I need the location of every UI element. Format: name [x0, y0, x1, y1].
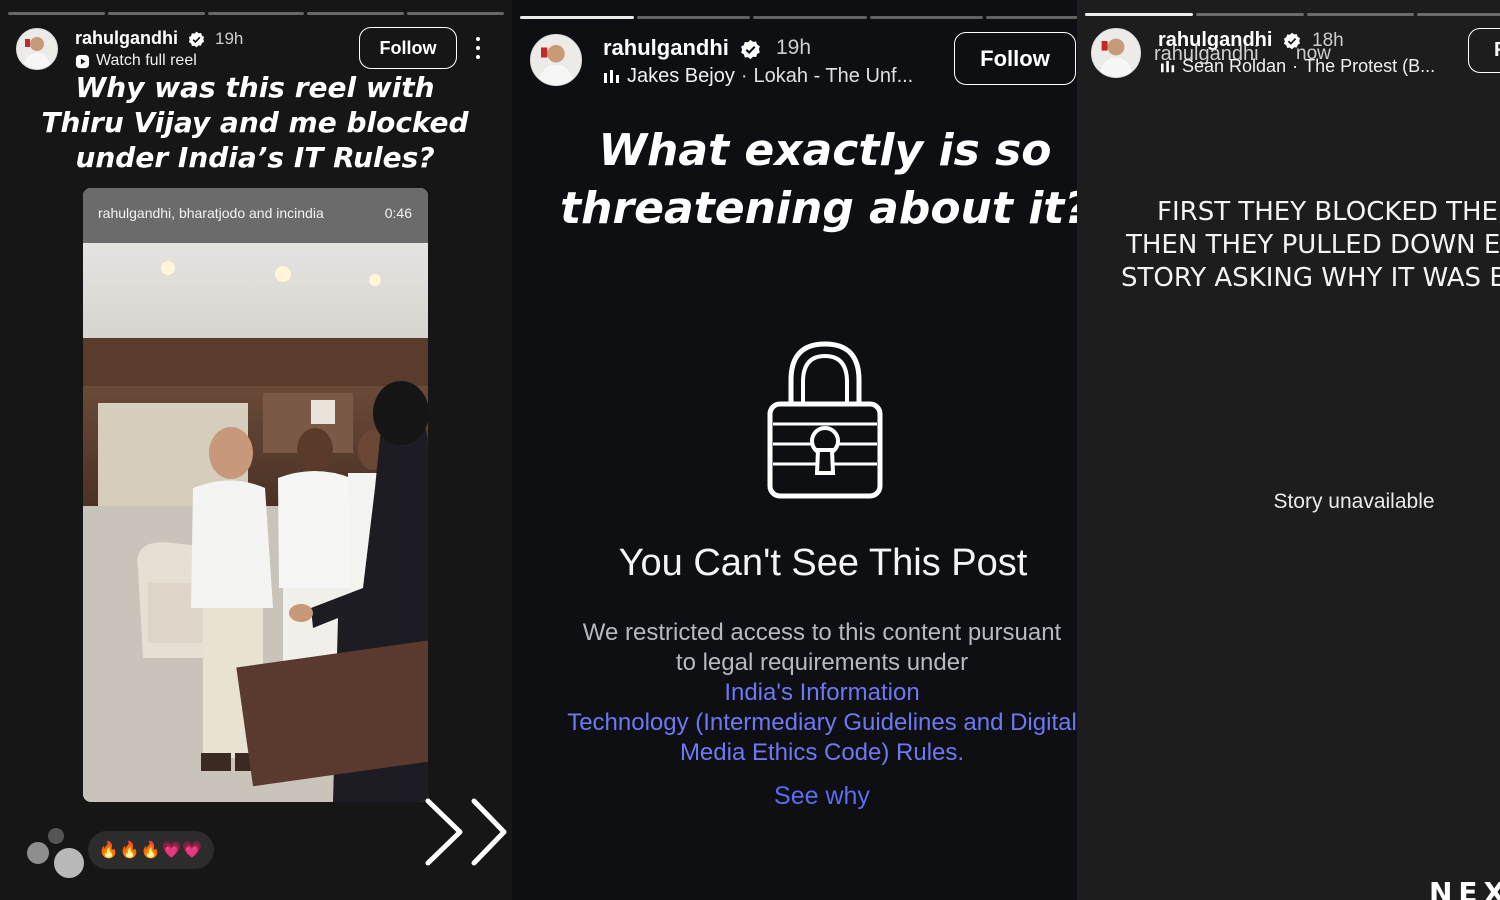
headline-line: Why was this reel with — [75, 71, 435, 104]
follow-button[interactable]: Follow — [359, 27, 457, 69]
story-panel-middle: rahulgandhi 19h Jakes Bejoy · Lokah - Th… — [512, 0, 1077, 900]
avatar[interactable] — [1091, 28, 1141, 78]
it-rules-link[interactable]: Media Ethics Code) Rules. — [532, 738, 1077, 768]
music-bars-icon — [1161, 60, 1175, 72]
progress-segment — [1085, 13, 1193, 16]
headline-line: What exactly is so — [598, 125, 1052, 176]
avatar-image — [1092, 29, 1140, 77]
story-progress-bar — [8, 12, 504, 15]
follow-button[interactable]: F — [1468, 28, 1500, 73]
reel-play-icon — [75, 54, 90, 68]
story-panel-right: rahulgandhi 18h rahulgandhi now Sean Rol… — [1077, 0, 1500, 900]
notice-body: We restricted access to this content pur… — [532, 618, 1077, 768]
viewer-avatar — [52, 846, 86, 880]
username[interactable]: rahulgandhi — [75, 28, 205, 49]
verified-badge-icon — [188, 31, 205, 48]
story-headline: What exactly is so threatening about it? — [512, 122, 1077, 238]
avatar-image — [17, 29, 57, 69]
music-track: The Protest (B... — [1304, 56, 1436, 76]
watch-full-reel-label: Watch full reel — [96, 52, 197, 69]
headline-line: threatening about it? — [560, 183, 1077, 234]
progress-segment — [1306, 13, 1415, 16]
verified-badge-icon — [741, 39, 760, 59]
reel-duration: 0:46 — [384, 205, 412, 221]
music-bars-icon — [604, 69, 619, 83]
notice-line: Technology (Intermediary Guidelines and … — [532, 708, 1077, 738]
more-options-icon[interactable] — [471, 37, 485, 59]
reel-video-card[interactable]: rahulgandhi, bharatjodo and incindia 0:4… — [83, 188, 428, 802]
viewer-avatar — [25, 840, 51, 866]
post-time: 19h — [776, 36, 812, 59]
headline-line: THEN THEY PULLED DOWN EVEN THE — [1126, 230, 1500, 260]
progress-segment — [636, 16, 751, 19]
story-headline: Why was this reel with Thiru Vijay and m… — [20, 70, 490, 175]
post-time: 19h — [215, 29, 244, 48]
avatar[interactable] — [530, 34, 582, 86]
reactions-bubble[interactable]: 🔥🔥🔥💗💗 — [88, 831, 214, 869]
progress-segment — [520, 16, 634, 19]
story-unavailable-message: Story unavailable — [1273, 490, 1435, 513]
progress-segment — [107, 12, 205, 15]
progress-segment — [869, 16, 984, 19]
notice-line: We restricted access to this content pur… — [532, 618, 1077, 648]
progress-segment — [407, 12, 504, 15]
notice-line: to legal requirements under India's Info… — [532, 648, 1077, 708]
progress-segment — [753, 16, 867, 19]
story-panel-left: rahulgandhi 19h Watch full reel Follow W… — [0, 0, 512, 900]
music-info[interactable]: Jakes Bejoy · Lokah - The Unf... — [603, 65, 913, 88]
story-progress-bar — [1085, 13, 1500, 16]
music-info[interactable]: Sean Roldan · The Protest (B... — [1160, 56, 1435, 77]
music-artist: Jakes Bejoy — [627, 65, 735, 87]
progress-segment — [307, 12, 405, 15]
it-rules-link[interactable]: India's Information — [532, 678, 1077, 708]
notice-text: We restricted access to this content pur… — [582, 619, 1062, 646]
music-separator: · — [740, 65, 748, 87]
music-separator: · — [1292, 56, 1299, 76]
progress-segment — [1417, 13, 1500, 16]
watermark: NEX — [1429, 876, 1500, 900]
avatar[interactable] — [16, 28, 58, 70]
avatar-image — [531, 35, 581, 85]
story-headline: FIRST THEY BLOCKED THE REEL THEN THEY PU… — [1121, 196, 1500, 295]
progress-segment — [986, 16, 1077, 19]
music-track: Lokah - The Unf... — [753, 65, 914, 87]
headline-line: FIRST THEY BLOCKED THE REEL — [1157, 197, 1500, 227]
notice-line: Media Ethics Code) Rules. — [532, 738, 1077, 768]
reel-accounts: rahulgandhi, bharatjodo and incindia — [98, 205, 324, 221]
username-text: rahulgandhi — [603, 35, 729, 60]
story-progress-bar — [520, 16, 1077, 19]
progress-segment — [8, 12, 105, 15]
headline-line: under India’s IT Rules? — [75, 141, 435, 174]
notice-text: to legal requirements under — [675, 649, 969, 676]
progress-segment — [1195, 13, 1304, 16]
it-rules-link[interactable]: Technology (Intermediary Guidelines and … — [532, 708, 1077, 738]
username-text: rahulgandhi — [75, 28, 178, 48]
follow-button[interactable]: Follow — [954, 32, 1076, 85]
headline-line: STORY ASKING WHY IT WAS BLOCKED — [1121, 263, 1500, 293]
next-arrows-icon — [425, 798, 507, 866]
username[interactable]: rahulgandhi — [603, 35, 761, 61]
headline-line: Thiru Vijay and me blocked — [41, 106, 469, 139]
lock-icon — [767, 341, 883, 499]
notice-title: You Can't See This Post — [618, 542, 1028, 584]
watch-full-reel-link[interactable]: Watch full reel — [75, 52, 197, 70]
music-artist: Sean Roldan — [1182, 56, 1287, 76]
viewer-avatar — [48, 828, 64, 844]
progress-segment — [207, 12, 305, 15]
reel-video-thumbnail — [83, 188, 428, 802]
see-why-link[interactable]: See why — [512, 782, 1077, 811]
